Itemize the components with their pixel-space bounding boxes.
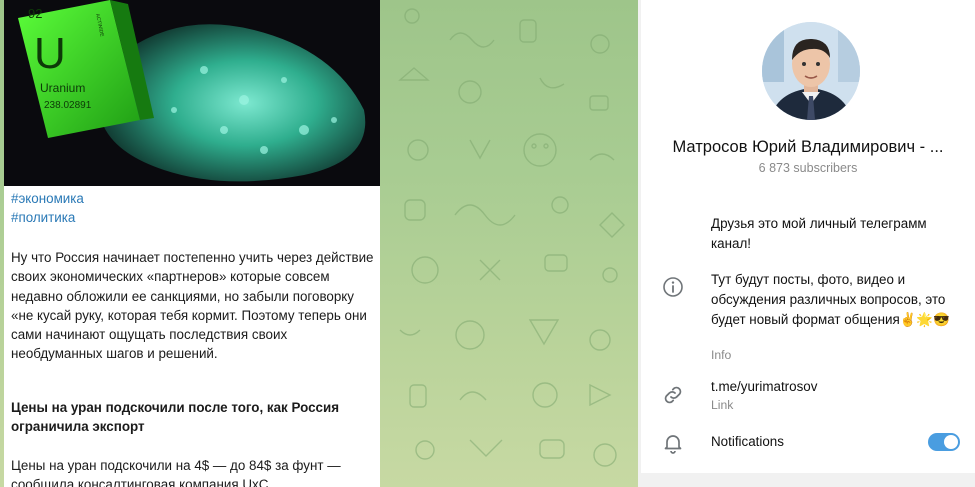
channel-avatar[interactable]	[762, 22, 860, 120]
channel-post: 92 U Uranium 238.02891 ACTINIDE #экономи…	[4, 0, 380, 487]
channel-description: Тут будут посты, фото, видео и обсуждени…	[711, 272, 950, 327]
notifications-toggle[interactable]	[928, 433, 960, 451]
atomic-mass: 238.02891	[44, 100, 92, 111]
channel-info-card: Матросов Юрий Владимирович - ... 6 873 s…	[641, 0, 975, 473]
channel-description-line: Друзья это мой личный телеграмм канал!	[711, 216, 927, 251]
post-hashtags: #экономика #политика	[11, 189, 84, 227]
element-number: 92	[28, 6, 42, 21]
info-caption: Info	[711, 348, 732, 362]
link-caption: Link	[711, 398, 734, 412]
link-icon	[664, 386, 682, 404]
hashtag-politics[interactable]: #политика	[11, 208, 84, 227]
toggle-knob	[944, 435, 958, 449]
channel-link[interactable]: t.me/yurimatrosov	[711, 377, 961, 397]
info-icon	[663, 277, 683, 297]
notifications-label: Notifications	[711, 434, 784, 449]
bell-icon	[664, 435, 682, 454]
channel-title: Матросов Юрий Владимирович - ...	[672, 138, 944, 156]
subscriber-count: 6 873 subscribers	[758, 161, 858, 175]
channel-info-panel: Матросов Юрий Владимирович - ... 6 873 s…	[638, 0, 975, 487]
post-photo[interactable]: 92 U Uranium 238.02891 ACTINIDE	[4, 0, 380, 186]
post-headline: Цены на уран подскочили после того, как …	[11, 400, 340, 435]
element-symbol: U	[34, 29, 66, 78]
post-paragraph: Цены на уран подскочили на 4$ — до 84$ з…	[11, 458, 341, 487]
uranium-ore-illustration: 92 U Uranium 238.02891 ACTINIDE	[4, 0, 380, 186]
hashtag-economy[interactable]: #экономика	[11, 189, 84, 208]
post-paragraph: Ну что Россия начинает постепенно учить …	[11, 250, 374, 362]
avatar-portrait	[762, 22, 860, 120]
element-name: Uranium	[40, 81, 85, 95]
chat-area: 92 U Uranium 238.02891 ACTINIDE #экономи…	[0, 0, 638, 487]
